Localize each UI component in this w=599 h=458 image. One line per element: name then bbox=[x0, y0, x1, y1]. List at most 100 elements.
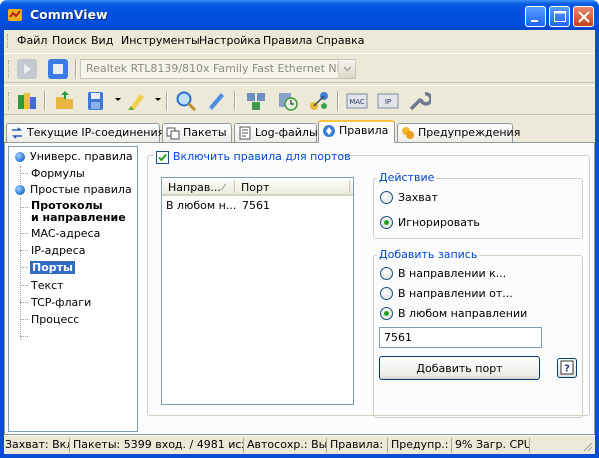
radio-capture-label[interactable]: Захват bbox=[398, 191, 438, 204]
tree-item-tcp-flags[interactable]: TCP-флаги bbox=[31, 296, 91, 309]
maximize-icon bbox=[554, 11, 566, 22]
menu-rules[interactable]: Правила bbox=[263, 34, 312, 47]
tree-item-process[interactable]: Процесс bbox=[31, 313, 79, 326]
menu-tools[interactable]: Инструменты bbox=[121, 34, 200, 47]
menu-search[interactable]: Поиск bbox=[52, 34, 87, 47]
start-capture-icon bbox=[17, 59, 37, 79]
alerts-icon bbox=[402, 127, 414, 139]
action-group bbox=[373, 178, 583, 239]
save-dropdown-arrow-icon[interactable] bbox=[115, 98, 121, 101]
clear-button[interactable] bbox=[125, 89, 149, 113]
svg-text:MAC: MAC bbox=[349, 98, 365, 106]
minimize-button[interactable] bbox=[525, 6, 546, 27]
menu-grip bbox=[7, 34, 10, 48]
tree-node-icon bbox=[15, 152, 25, 162]
menu-help[interactable]: Справка bbox=[316, 34, 364, 47]
save-button[interactable] bbox=[84, 89, 108, 113]
menu-file[interactable]: Файл bbox=[17, 34, 47, 47]
maximize-button[interactable] bbox=[549, 6, 570, 27]
sort-icon bbox=[220, 183, 227, 191]
radio-direction-to[interactable] bbox=[380, 267, 393, 280]
status-bar: Захват: Вкл Пакеты: 5399 вход. / 4981 ис… bbox=[4, 435, 595, 454]
search-button[interactable] bbox=[174, 89, 198, 113]
enable-port-rules-checkbox[interactable]: Включить правила для портов bbox=[154, 150, 351, 165]
timer-icon bbox=[279, 93, 298, 111]
connections-icon bbox=[12, 127, 22, 139]
tree-line bbox=[20, 233, 28, 234]
column-port[interactable]: Порт bbox=[241, 181, 269, 194]
menu-view[interactable]: Вид bbox=[91, 34, 113, 47]
open-button[interactable] bbox=[15, 89, 39, 113]
status-alerts: Предупр.: В bbox=[390, 438, 452, 453]
timer-button[interactable] bbox=[276, 89, 300, 113]
radio-direction-any[interactable] bbox=[380, 307, 393, 320]
radio-capture[interactable] bbox=[380, 191, 393, 204]
close-icon bbox=[578, 11, 590, 23]
add-record-group-title: Добавить запись bbox=[377, 248, 480, 261]
radio-direction-from[interactable] bbox=[380, 287, 393, 300]
port-rules-list[interactable]: Направ... Порт В любом н... 7561 bbox=[161, 177, 354, 405]
port-input[interactable]: 7561 bbox=[379, 327, 542, 348]
tree-line bbox=[20, 166, 21, 184]
rules-tree: Универс. правила Формулы Простые правила… bbox=[8, 146, 138, 432]
tab-packets[interactable]: Пакеты bbox=[162, 123, 232, 142]
tree-item-text[interactable]: Текст bbox=[31, 279, 64, 292]
ip-alias-button[interactable]: IP bbox=[376, 89, 400, 113]
stop-capture-button[interactable] bbox=[46, 57, 70, 81]
tree-item-ip[interactable]: IP-адреса bbox=[31, 244, 86, 257]
column-divider[interactable] bbox=[234, 181, 235, 193]
start-capture-button[interactable] bbox=[15, 57, 39, 81]
tab-rules[interactable]: Правила bbox=[318, 120, 395, 143]
log-button[interactable] bbox=[204, 89, 228, 113]
tree-item-protocols-line2[interactable]: и направление bbox=[31, 211, 126, 224]
column-direction[interactable]: Направ... bbox=[168, 181, 221, 194]
port-input-value: 7561 bbox=[384, 331, 412, 344]
open-folder-icon bbox=[56, 91, 73, 109]
open-icon bbox=[18, 93, 36, 109]
toolbar-separator bbox=[44, 91, 46, 111]
adapter-select[interactable]: Realtek RTL8139/810x Family Fast Etherne… bbox=[80, 59, 356, 79]
radio-ignore-label[interactable]: Игнорировать bbox=[398, 216, 480, 229]
menu-settings[interactable]: Настройка bbox=[199, 34, 261, 47]
graph-button[interactable] bbox=[307, 89, 331, 113]
column-divider[interactable] bbox=[349, 181, 350, 193]
checkmark-icon bbox=[158, 153, 167, 162]
commview-app-icon bbox=[8, 9, 22, 21]
tree-item-simple-rules[interactable]: Простые правила bbox=[30, 183, 132, 196]
status-rules: Правила: 3 bbox=[330, 438, 388, 453]
svg-text:IP: IP bbox=[385, 98, 391, 106]
toolbar-separator bbox=[234, 91, 236, 111]
node-reconstruction-button[interactable] bbox=[244, 89, 268, 113]
adapter-select-value: Realtek RTL8139/810x Family Fast Etherne… bbox=[86, 62, 348, 75]
tree-item-mac[interactable]: MAC-адреса bbox=[31, 227, 100, 240]
tab-ip-connections[interactable]: Текущие IP-соединения bbox=[6, 123, 164, 142]
row-direction: В любом н... bbox=[166, 199, 237, 212]
help-button[interactable]: ? bbox=[557, 358, 577, 378]
tree-item-advanced-rules[interactable]: Универс. правила bbox=[30, 150, 133, 163]
close-button[interactable] bbox=[573, 6, 594, 27]
enable-port-rules-label: Включить правила для портов bbox=[173, 150, 351, 163]
checkbox-box[interactable] bbox=[156, 151, 169, 164]
settings-button[interactable] bbox=[407, 89, 433, 113]
tab-alerts[interactable]: Предупреждения bbox=[397, 123, 520, 142]
radio-ignore[interactable] bbox=[380, 216, 393, 229]
tab-logfiles[interactable]: Log-файлы bbox=[234, 123, 318, 142]
tab-label: Пакеты bbox=[183, 126, 227, 139]
open-folder-button[interactable] bbox=[53, 89, 77, 113]
add-port-button[interactable]: Добавить порт bbox=[379, 356, 540, 380]
radio-direction-any-label[interactable]: В любом направлении bbox=[398, 307, 527, 320]
clear-dropdown-arrow-icon[interactable] bbox=[155, 98, 161, 101]
resize-grip-icon[interactable] bbox=[582, 441, 593, 452]
tab-label: Log-файлы bbox=[255, 126, 318, 139]
mac-alias-button[interactable]: MAC bbox=[345, 89, 369, 113]
list-header: Направ... Порт bbox=[162, 178, 353, 196]
radio-direction-from-label[interactable]: В направлении от... bbox=[398, 287, 513, 300]
status-capture: Захват: Вкл bbox=[5, 438, 70, 453]
status-packets: Пакеты: 5399 вход. / 4981 исход. bbox=[72, 438, 244, 453]
title-bar[interactable]: CommView bbox=[0, 0, 599, 30]
radio-direction-to-label[interactable]: В направлении к... bbox=[398, 267, 506, 280]
tree-item-formulas[interactable]: Формулы bbox=[31, 167, 85, 180]
toolbar-separator bbox=[337, 91, 339, 111]
tree-item-ports[interactable]: Порты bbox=[30, 261, 75, 274]
adapter-dropdown-button[interactable] bbox=[338, 60, 355, 78]
